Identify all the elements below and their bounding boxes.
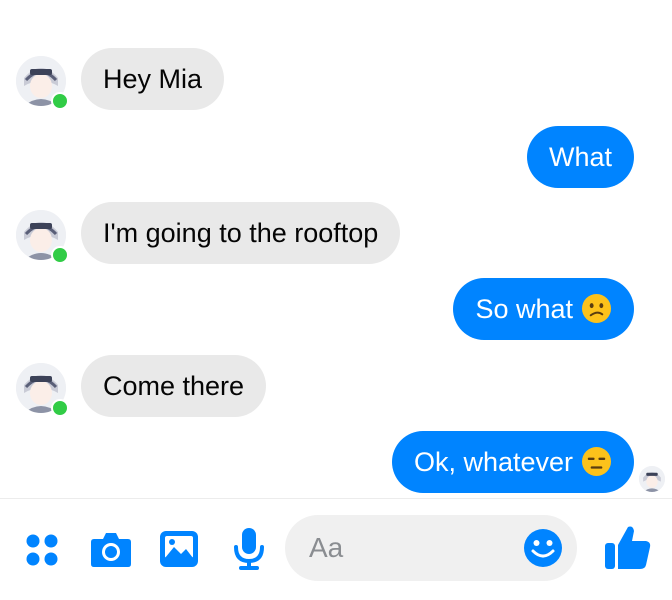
expressionless-face-emoji-icon [581, 447, 612, 477]
gallery-icon[interactable] [159, 530, 199, 573]
confused-face-emoji-icon [581, 294, 612, 324]
message-bubble-incoming[interactable]: Come there [81, 355, 267, 417]
composer-bar: Aa [0, 499, 672, 600]
message-row: What [0, 126, 672, 190]
camera-icon[interactable] [90, 529, 132, 574]
message-bubble-incoming[interactable]: I'm going to the rooftop [81, 202, 401, 264]
online-status-dot [51, 92, 69, 110]
message-text: Come there [103, 371, 245, 401]
message-input[interactable]: Aa [285, 515, 577, 581]
message-input-placeholder: Aa [309, 532, 344, 563]
message-thread: Hey Mia What I'm going to the rooftop So… [0, 0, 672, 498]
menu-dots-icon[interactable] [25, 533, 59, 572]
message-text: So what [475, 294, 573, 324]
message-bubble-outgoing[interactable]: What [526, 126, 634, 188]
message-text: I'm going to the rooftop [103, 218, 379, 248]
message-bubble-outgoing[interactable]: Ok, whatever [391, 431, 634, 493]
seen-receipt-avatar [639, 466, 665, 492]
message-row: Ok, whatever [0, 431, 672, 495]
message-row: So what [0, 278, 672, 342]
emoji-icon[interactable] [523, 528, 563, 573]
thumbs-up-icon[interactable] [604, 523, 652, 576]
microphone-icon[interactable] [232, 527, 266, 576]
message-text: What [548, 142, 612, 172]
online-status-dot [51, 246, 69, 264]
message-row: Come there [0, 355, 672, 419]
message-bubble-incoming[interactable]: Hey Mia [81, 48, 225, 110]
message-bubble-outgoing[interactable]: So what [453, 278, 634, 340]
message-row: I'm going to the rooftop [0, 202, 672, 266]
message-text: Ok, whatever [413, 447, 573, 477]
message-row: Hey Mia [0, 48, 672, 112]
online-status-dot [51, 399, 69, 417]
message-text: Hey Mia [103, 64, 203, 94]
